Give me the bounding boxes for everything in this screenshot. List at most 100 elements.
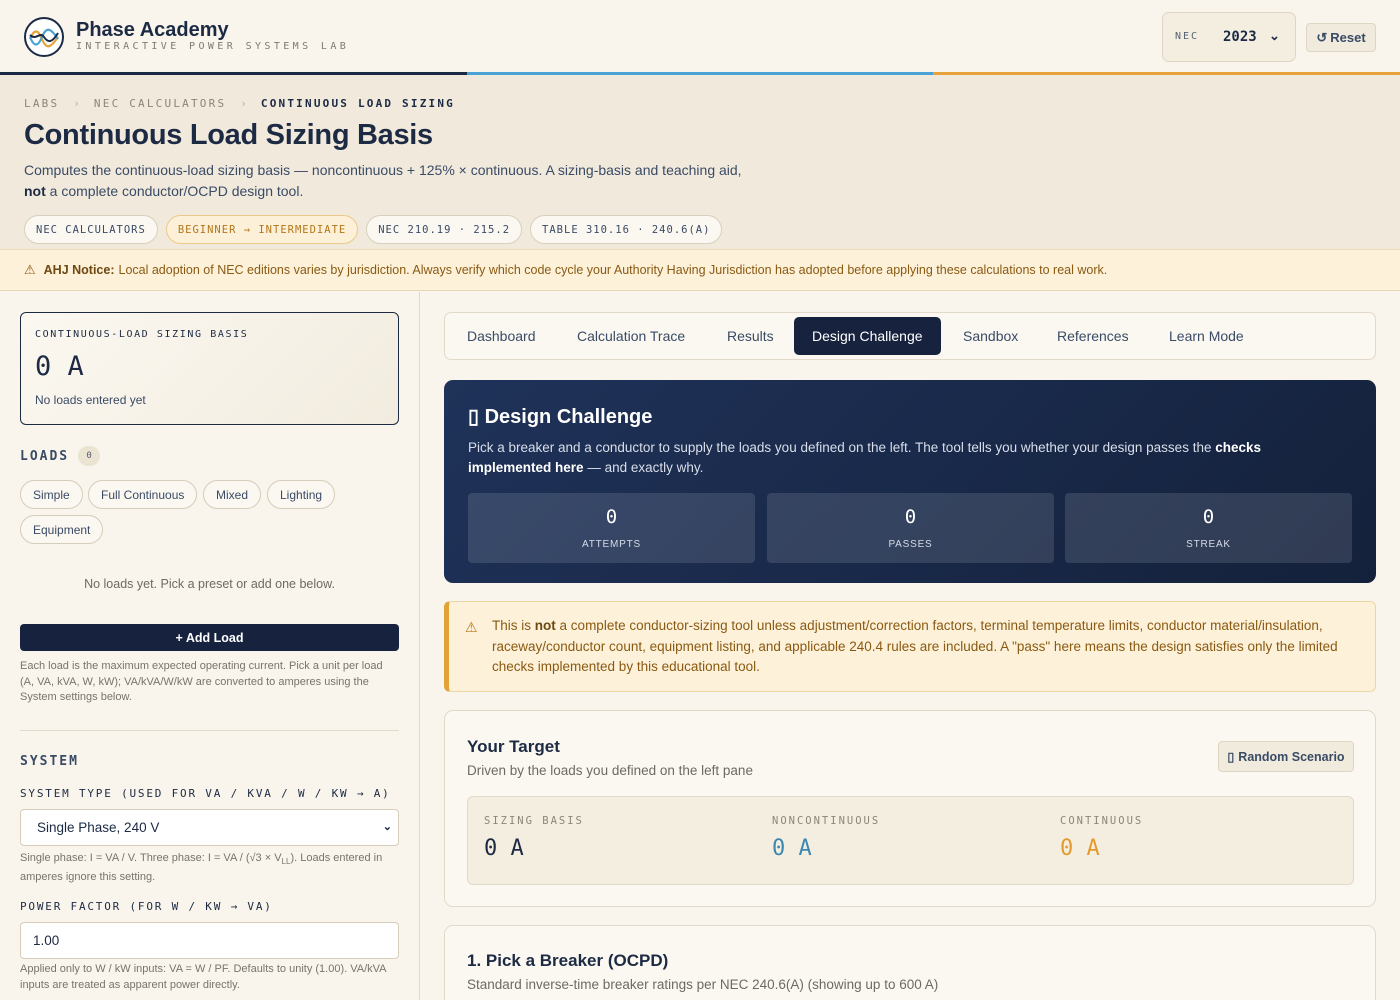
target-title: Your Target xyxy=(467,737,560,756)
loads-empty-note: No loads yet. Pick a preset or add one b… xyxy=(84,577,335,591)
sizing-basis-label: CONTINUOUS-LOAD SIZING BASIS xyxy=(35,329,249,340)
page-hero: LABS › NEC CALCULATORS › CONTINUOUS LOAD… xyxy=(0,75,1400,249)
left-pane: CONTINUOUS-LOAD SIZING BASIS 0 A No load… xyxy=(0,292,420,1000)
tab-bar: Dashboard Calculation Trace Results Desi… xyxy=(444,312,1376,360)
tab-calculation-trace[interactable]: Calculation Trace xyxy=(559,317,703,355)
preset-equipment[interactable]: Equipment xyxy=(20,515,104,544)
power-factor-value: 1.00 xyxy=(33,933,60,948)
tab-sandbox[interactable]: Sandbox xyxy=(945,317,1036,355)
loads-header: LOADS 0 xyxy=(20,446,101,466)
random-scenario-label: Random Scenario xyxy=(1238,749,1345,764)
sizing-basis-value: 0 A xyxy=(35,351,84,382)
challenge-desc-tail: — and exactly why. xyxy=(587,460,704,475)
stat-passes-label: PASSES xyxy=(888,539,933,550)
challenge-title-text: Design Challenge xyxy=(484,406,653,428)
disclaimer-lead: This is xyxy=(492,618,532,633)
target-sizing-basis-label: SIZING BASIS xyxy=(484,815,584,827)
breadcrumb-separator-icon: › xyxy=(73,97,80,110)
system-type-help: Single phase: I = VA / V. Three phase: I… xyxy=(20,851,399,885)
add-load-button[interactable]: + Add Load xyxy=(20,624,399,651)
target-noncontinuous-label: NONCONTINUOUS xyxy=(772,815,881,827)
breaker-card: 1. Pick a Breaker (OCPD) Standard invers… xyxy=(444,925,1376,1000)
sizing-basis-card: CONTINUOUS-LOAD SIZING BASIS 0 A No load… xyxy=(20,312,399,425)
challenge-title: ▯ Design Challenge xyxy=(468,404,652,429)
preset-lighting[interactable]: Lighting xyxy=(267,480,336,509)
loads-count-badge: 0 xyxy=(78,446,101,466)
power-factor-label: POWER FACTOR (FOR W / KW → VA) xyxy=(20,900,273,913)
breadcrumb-separator-icon: › xyxy=(240,97,247,110)
ahj-notice: ⚠ AHJ Notice: Local adoption of NEC edit… xyxy=(0,249,1400,291)
tag-nec-sections: NEC 210.19 · 215.2 xyxy=(366,215,523,244)
stat-streak-label: STREAK xyxy=(1186,539,1231,550)
brand-tagline: INTERACTIVE POWER SYSTEMS LAB xyxy=(76,41,350,52)
tab-learn-mode[interactable]: Learn Mode xyxy=(1151,317,1262,355)
system-type-select[interactable]: Single Phase, 240 V ⌄ xyxy=(20,809,399,846)
page-title: Continuous Load Sizing Basis xyxy=(24,119,433,151)
system-type-value: Single Phase, 240 V xyxy=(37,820,160,835)
dice-icon: ▯ xyxy=(1227,750,1235,764)
stat-attempts-label: ATTEMPTS xyxy=(582,539,641,550)
breaker-title: 1. Pick a Breaker (OCPD) xyxy=(467,951,669,970)
tab-results[interactable]: Results xyxy=(709,317,792,355)
design-challenge-card: ▯ Design Challenge Pick a breaker and a … xyxy=(444,380,1376,583)
stat-passes: 0 PASSES xyxy=(767,493,1054,563)
sizing-basis-note: No loads entered yet xyxy=(35,393,146,407)
nec-label: NEC xyxy=(1175,31,1200,42)
tag-level: BEGINNER → INTERMEDIATE xyxy=(165,215,359,244)
nec-edition-select[interactable]: NEC 2023 ⌄ xyxy=(1162,12,1296,62)
reset-label: Reset xyxy=(1330,30,1366,45)
tag-category: NEC CALCULATORS xyxy=(24,215,158,244)
ahj-notice-label: AHJ Notice: xyxy=(43,263,115,277)
tab-references[interactable]: References xyxy=(1039,317,1147,355)
target-continuous-label: CONTINUOUS xyxy=(1060,815,1144,827)
challenge-description: Pick a breaker and a conductor to supply… xyxy=(468,438,1348,478)
power-factor-help: Applied only to W / kW inputs: VA = W / … xyxy=(20,963,386,991)
disclaimer-bold: not xyxy=(534,618,556,633)
preset-mixed[interactable]: Mixed xyxy=(203,480,262,509)
target-sizing-basis: SIZING BASIS 0 A xyxy=(484,815,584,861)
tag-list: NEC CALCULATORS BEGINNER → INTERMEDIATE … xyxy=(24,215,723,244)
warning-icon: ⚠ xyxy=(24,262,36,277)
page-description-lead: Computes the continuous-load sizing basi… xyxy=(24,162,742,178)
app-header: Phase Academy INTERACTIVE POWER SYSTEMS … xyxy=(0,0,1400,72)
power-factor-input[interactable]: 1.00 xyxy=(20,922,399,959)
tab-design-challenge[interactable]: Design Challenge xyxy=(794,317,941,355)
breadcrumb: LABS › NEC CALCULATORS › CONTINUOUS LOAD… xyxy=(24,97,455,110)
stat-streak-value: 0 xyxy=(1202,506,1215,528)
tab-dashboard[interactable]: Dashboard xyxy=(449,317,554,355)
disclaimer-tail: a complete conductor-sizing tool unless … xyxy=(492,618,1338,674)
system-title: SYSTEM xyxy=(20,754,79,769)
target-values: SIZING BASIS 0 A NONCONTINUOUS 0 A CONTI… xyxy=(467,796,1354,885)
chevron-down-icon: ⌄ xyxy=(382,821,392,833)
brand-name: Phase Academy xyxy=(76,19,229,41)
disclaimer-text: This is not a complete conductor-sizing … xyxy=(492,616,1362,678)
target-continuous-value: 0 A xyxy=(1060,836,1100,861)
system-help-a: Single phase: I = VA / V. Three phase: I… xyxy=(20,852,282,864)
loads-help-text: Each load is the maximum expected operat… xyxy=(20,660,383,703)
stat-attempts: 0 ATTEMPTS xyxy=(468,493,755,563)
ahj-notice-text: Local adoption of NEC editions varies by… xyxy=(118,263,1108,277)
target-subtitle: Driven by the loads you defined on the l… xyxy=(467,763,753,778)
nec-edition-value: 2023 xyxy=(1223,29,1257,45)
target-sizing-basis-value: 0 A xyxy=(484,836,524,861)
tag-tables: TABLE 310.16 · 240.6(A) xyxy=(530,215,723,244)
breadcrumb-nec-calculators[interactable]: NEC CALCULATORS xyxy=(94,97,226,110)
page-description-bold: not xyxy=(24,183,46,199)
loads-title: LOADS xyxy=(20,448,70,464)
system-type-label: SYSTEM TYPE (USED FOR VA / KVA / W / KW … xyxy=(20,787,391,800)
preset-simple[interactable]: Simple xyxy=(20,480,83,509)
preset-full-continuous[interactable]: Full Continuous xyxy=(88,480,198,509)
reset-button[interactable]: ↺ Reset xyxy=(1306,23,1376,52)
logo-icon xyxy=(24,17,64,57)
breadcrumb-current: CONTINUOUS LOAD SIZING xyxy=(260,97,455,110)
section-divider xyxy=(20,730,399,731)
challenge-desc-lead: Pick a breaker and a conductor to supply… xyxy=(468,440,1212,455)
target-noncontinuous-value: 0 A xyxy=(772,836,812,861)
target-continuous: CONTINUOUS 0 A xyxy=(1060,815,1143,861)
stat-streak: 0 STREAK xyxy=(1065,493,1352,563)
breadcrumb-labs[interactable]: LABS xyxy=(24,97,59,110)
random-scenario-button[interactable]: ▯ Random Scenario xyxy=(1218,741,1354,772)
target-card: Your Target Driven by the loads you defi… xyxy=(444,710,1376,907)
page-description-tail: a complete conductor/OCPD design tool. xyxy=(49,183,304,199)
target-noncontinuous: NONCONTINUOUS 0 A xyxy=(772,815,880,861)
